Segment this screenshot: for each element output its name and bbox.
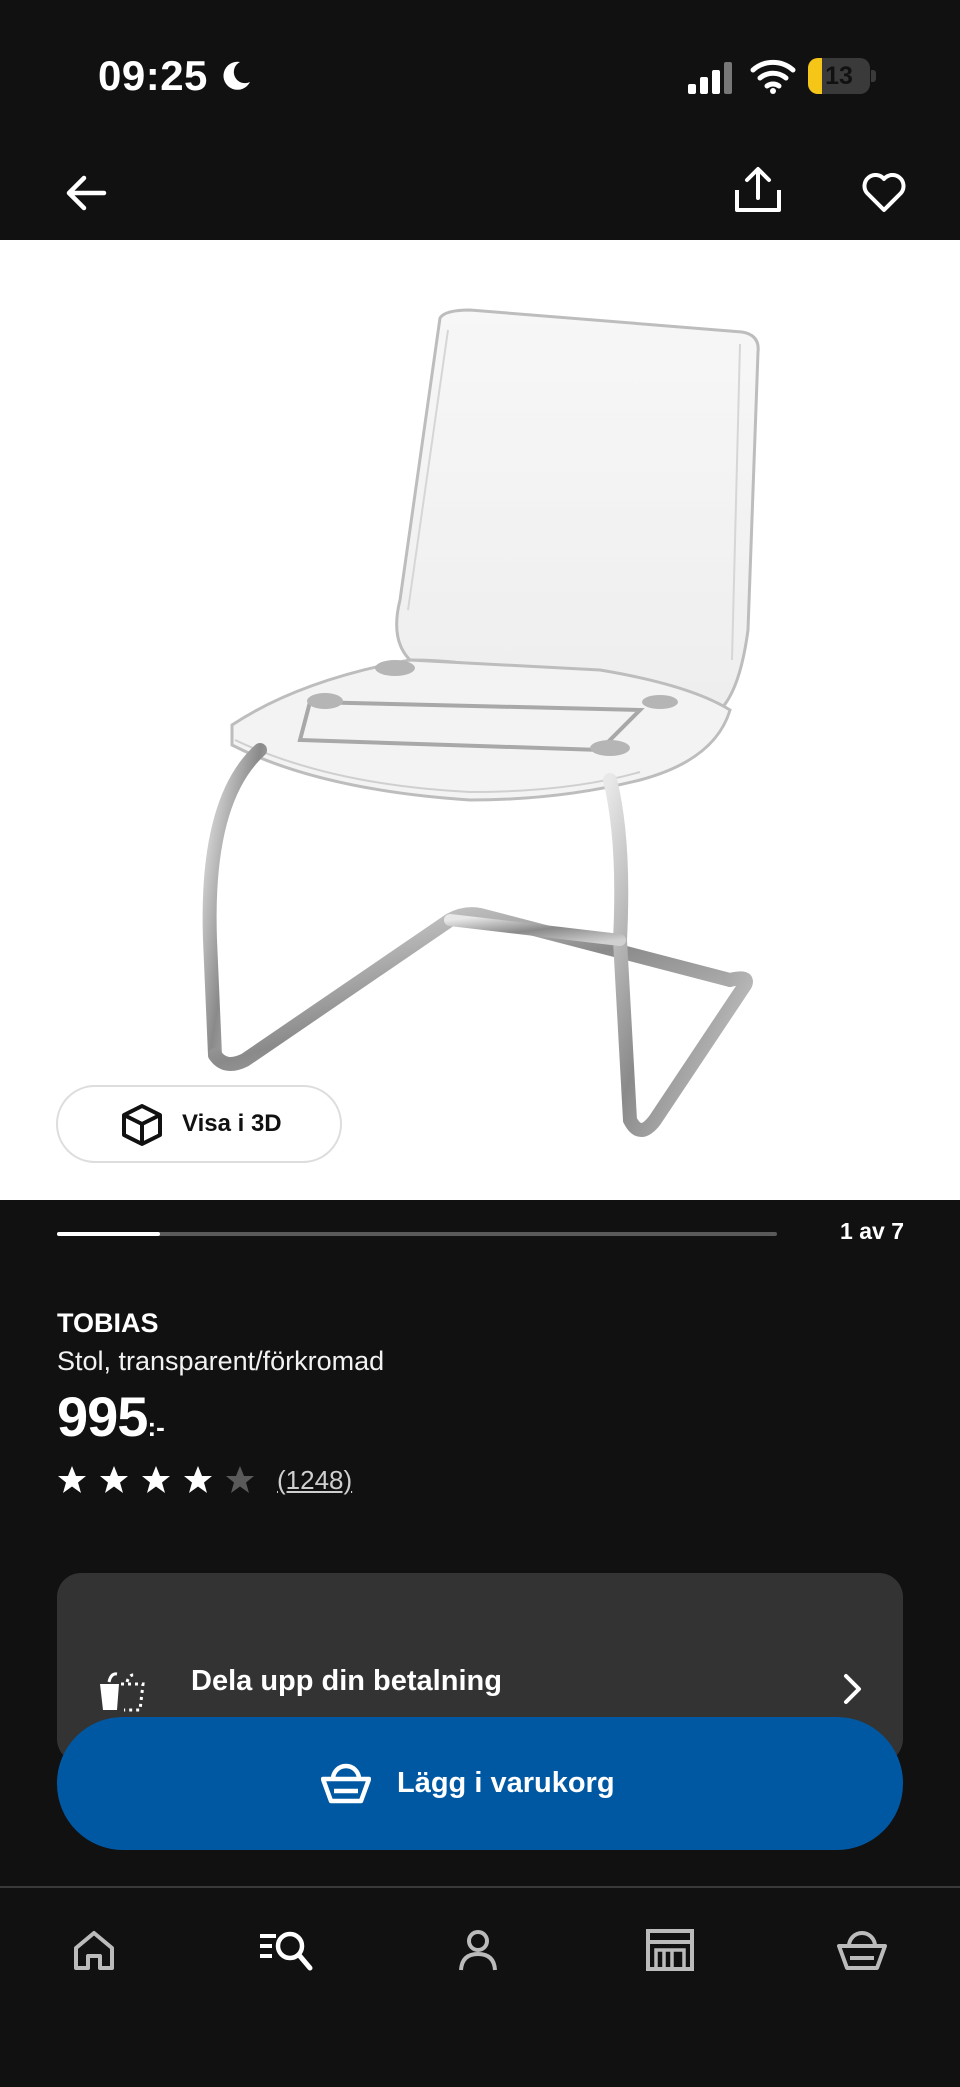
- product-gallery[interactable]: Visa i 3D: [0, 240, 960, 1200]
- share-icon: [735, 167, 781, 212]
- rating-stars: [57, 1465, 267, 1495]
- chevron-right-icon: [844, 1674, 861, 1704]
- star-filled-icon: [184, 1466, 212, 1493]
- tab-profile[interactable]: [446, 1918, 510, 1982]
- gallery-progress-fill: [57, 1232, 160, 1236]
- star-filled-icon: [100, 1466, 128, 1493]
- star-empty-icon: [226, 1466, 254, 1493]
- basket-icon: [837, 1931, 887, 1970]
- price-amount: 995: [57, 1385, 148, 1448]
- status-bar: 09:25 13: [0, 0, 960, 150]
- back-button[interactable]: [58, 165, 114, 221]
- payment-label: Dela upp din betalning: [191, 1665, 502, 1697]
- battery-icon: 13: [808, 58, 876, 94]
- view-3d-button[interactable]: Visa i 3D: [56, 1085, 342, 1163]
- basket-icon: [321, 1763, 371, 1804]
- favorite-button[interactable]: [856, 164, 912, 220]
- review-count[interactable]: (1248): [277, 1465, 352, 1496]
- gallery-counter: 1 av 7: [840, 1218, 904, 1244]
- price-suffix: :-: [147, 1412, 165, 1442]
- star-filled-icon: [58, 1466, 86, 1493]
- store-icon: [646, 1929, 694, 1971]
- product-image: [202, 308, 760, 1137]
- back-arrow-icon: [66, 175, 107, 211]
- tab-basket[interactable]: [830, 1918, 894, 1982]
- tab-store[interactable]: [638, 1918, 702, 1982]
- moon-icon: [223, 61, 250, 90]
- tab-search[interactable]: [254, 1918, 318, 1982]
- add-to-cart-button[interactable]: Lägg i varukorg: [57, 1717, 903, 1850]
- share-button[interactable]: [730, 162, 786, 218]
- profile-icon: [459, 1930, 497, 1971]
- battery-level: 13: [825, 62, 853, 90]
- product-name: TOBIAS: [57, 1308, 159, 1338]
- view-3d-label: Visa i 3D: [182, 1110, 282, 1137]
- gallery-progress: [57, 1232, 777, 1236]
- tab-home[interactable]: [62, 1918, 126, 1982]
- wifi-icon: [750, 59, 796, 94]
- signal-icon: [688, 62, 732, 94]
- status-time: 09:25: [98, 52, 208, 99]
- rating[interactable]: (1248): [57, 1460, 352, 1500]
- cube-icon: [122, 1104, 162, 1146]
- bottom-tabbar: [0, 1888, 960, 2087]
- search-icon: [260, 1931, 313, 1971]
- product-description: Stol, transparent/förkromad: [57, 1346, 385, 1376]
- split-payment-icon: [100, 1672, 145, 1712]
- price: 995:-: [57, 1384, 165, 1454]
- top-nav: [0, 150, 960, 240]
- heart-icon: [862, 173, 906, 212]
- add-to-cart-label: Lägg i varukorg: [397, 1767, 615, 1799]
- star-filled-icon: [142, 1466, 170, 1493]
- home-icon: [74, 1931, 114, 1970]
